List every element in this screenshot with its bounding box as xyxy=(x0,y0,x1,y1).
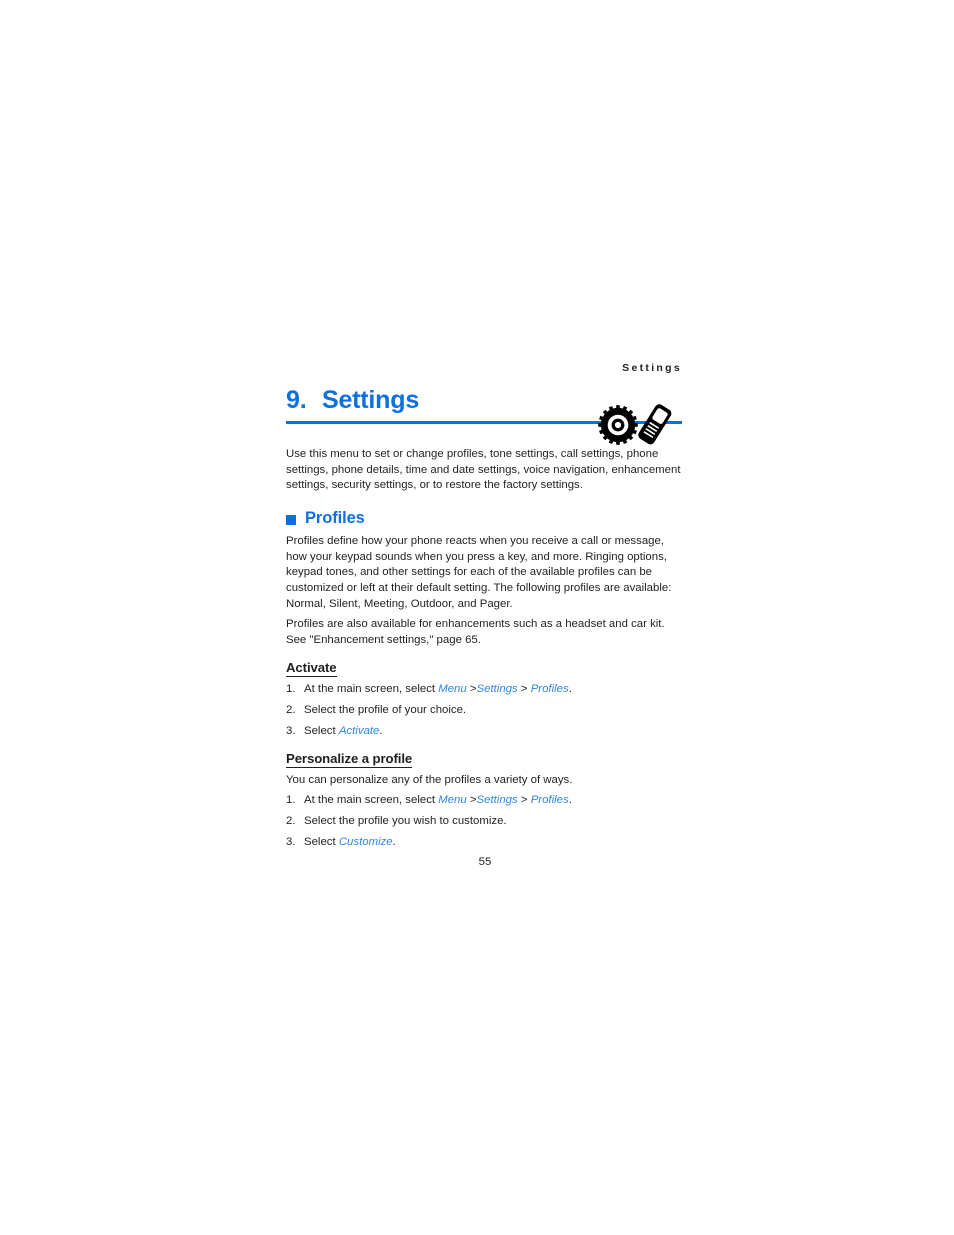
chapter-number: 9. xyxy=(286,386,307,414)
step-text: Select the profile you wish to customize… xyxy=(304,814,507,827)
menu-path-item: Menu xyxy=(438,794,467,806)
menu-separator: > xyxy=(517,683,531,695)
menu-path-item: Customize xyxy=(338,835,393,848)
menu-path-item: Activate xyxy=(338,724,380,737)
mobile-phone-icon xyxy=(632,402,678,453)
step-text-prefix: At the main screen, select xyxy=(304,794,439,806)
menu-path-item: Profiles xyxy=(530,683,569,695)
page-number: 55 xyxy=(478,856,492,868)
menu-separator: > xyxy=(466,683,477,695)
chapter-icon-group xyxy=(598,402,684,448)
step-text-suffix: . xyxy=(568,794,572,806)
step-text-prefix: At the main screen, select xyxy=(304,683,439,695)
section-heading-label: Profiles xyxy=(305,509,365,527)
paragraph-text: Profiles are also available for enhancem… xyxy=(286,618,665,646)
list-item: 1. At the main screen, select Menu >Setti… xyxy=(286,682,684,698)
steps-list-activate: 1. At the main screen, select Menu >Setti… xyxy=(286,682,684,744)
step-number: 1. xyxy=(286,683,296,695)
step-number: 1. xyxy=(286,794,296,806)
running-head: Settings xyxy=(622,362,682,374)
profiles-paragraph-2: Profiles are also available for enhancem… xyxy=(286,617,684,648)
paragraph-text: Profiles define how your phone reacts wh… xyxy=(286,535,672,610)
step-text-suffix: . xyxy=(379,724,383,737)
menu-path-item: Settings xyxy=(476,683,518,695)
personalize-intro-paragraph: You can personalize any of the profiles … xyxy=(286,773,684,789)
step-number: 2. xyxy=(286,814,296,827)
menu-path-item: Settings xyxy=(476,794,518,806)
list-item: 2. Select the profile you wish to customi… xyxy=(286,814,684,830)
list-item: 2. Select the profile of your choice. xyxy=(286,703,684,719)
document-page: Settings 9. Settings Use this menu to se… xyxy=(0,0,954,1235)
step-text-suffix: . xyxy=(392,835,396,848)
paragraph-text: You can personalize any of the profiles … xyxy=(286,774,573,786)
step-text-prefix: Select xyxy=(304,835,339,848)
list-item: 3. Select Customize. xyxy=(286,835,684,851)
chapter-title-text: Settings xyxy=(322,386,420,414)
menu-separator: > xyxy=(466,794,477,806)
subheading-activate: Activate xyxy=(286,660,337,677)
profiles-paragraph-1: Profiles define how your phone reacts wh… xyxy=(286,534,684,613)
square-bullet-icon xyxy=(286,514,296,525)
step-text: Select the profile of your choice. xyxy=(304,703,467,716)
chapter-intro-paragraph: Use this menu to set or change profiles,… xyxy=(286,447,684,494)
subheading-personalize-a-profile: Personalize a profile xyxy=(286,751,413,768)
menu-path-item: Profiles xyxy=(530,794,569,806)
menu-path-item: Menu xyxy=(438,683,467,695)
step-number: 3. xyxy=(286,835,296,848)
step-number: 3. xyxy=(286,724,296,737)
steps-list-personalize: 1. At the main screen, select Menu >Setti… xyxy=(286,793,684,855)
step-number: 2. xyxy=(286,703,296,716)
page-title: 9. Settings xyxy=(286,386,419,415)
paragraph-text: Use this menu to set or change profiles,… xyxy=(286,448,681,492)
step-text-suffix: . xyxy=(568,683,572,695)
step-text-prefix: Select xyxy=(304,724,339,737)
list-item: 3. Select Activate. xyxy=(286,724,684,740)
section-heading-profiles: Profiles xyxy=(286,509,365,528)
list-item: 1. At the main screen, select Menu >Setti… xyxy=(286,793,684,809)
menu-separator: > xyxy=(517,794,531,806)
